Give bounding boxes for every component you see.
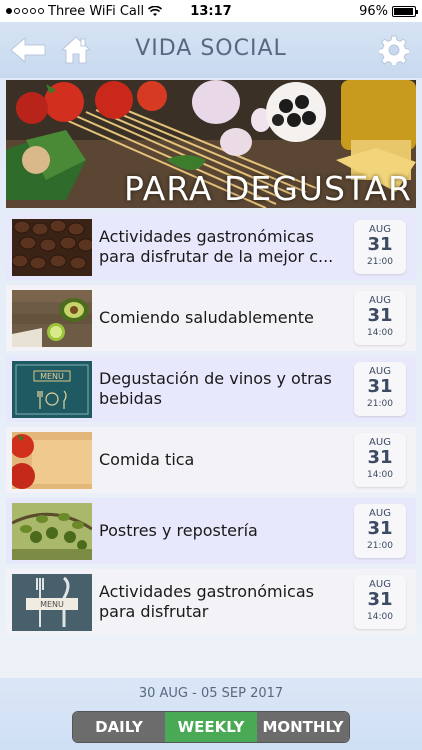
status-bar: Three WiFi Call 13:17 96% — [0, 0, 422, 22]
category-banner: PARA DEGUSTAR — [6, 80, 416, 208]
event-day: 31 — [367, 589, 393, 610]
event-day: 31 — [367, 447, 393, 468]
event-day: 31 — [367, 234, 393, 255]
event-time: 21:00 — [367, 257, 393, 267]
event-thumbnail — [12, 432, 92, 489]
event-row[interactable]: Actividades gastronómicas para disfrutar… — [6, 214, 416, 280]
gear-icon — [379, 35, 409, 65]
event-list: Actividades gastronómicas para disfrutar… — [6, 214, 416, 640]
avocado-lime-image — [12, 290, 92, 347]
tomatoes-image — [12, 432, 92, 489]
event-row[interactable]: MENU Degustación de vinos y otras bebida… — [6, 356, 416, 422]
event-title: Degustación de vinos y otras bebidas — [99, 369, 332, 408]
event-date: AUG 31 21:00 — [354, 362, 406, 416]
battery-percent: 96% — [359, 3, 388, 19]
coffee-beans-image — [12, 219, 92, 276]
battery-info: 96% — [359, 3, 418, 19]
battery-fill — [394, 7, 414, 15]
tab-weekly[interactable]: WEEKLY — [165, 712, 257, 742]
event-day: 31 — [367, 518, 393, 539]
event-date: AUG 31 14:00 — [354, 433, 406, 487]
event-row[interactable]: Comiendo saludablemente AUG 31 14:00 — [6, 285, 416, 351]
event-time: 21:00 — [367, 541, 393, 551]
view-mode-selector: DAILY WEEKLY MONTHLY — [72, 711, 350, 743]
footer: 30 AUG - 05 SEP 2017 DAILY WEEKLY MONTHL… — [0, 678, 422, 750]
event-thumbnail — [12, 503, 92, 560]
page-title: VIDA SOCIAL — [135, 36, 287, 61]
event-row[interactable]: MENU Actividades gastronómicas para disf… — [6, 569, 416, 635]
event-date: AUG 31 14:00 — [354, 575, 406, 629]
menu-board-image: MENU — [12, 361, 92, 418]
event-date: AUG 31 21:00 — [354, 504, 406, 558]
settings-button[interactable] — [374, 32, 414, 68]
tab-daily[interactable]: DAILY — [73, 712, 165, 742]
event-time: 14:00 — [367, 612, 393, 622]
banner-title: PARA DEGUSTAR — [123, 169, 412, 208]
event-title: Actividades gastronómicas para disfrutar… — [99, 227, 334, 266]
event-thumbnail — [12, 219, 92, 276]
event-day: 31 — [367, 376, 393, 397]
event-date: AUG 31 14:00 — [354, 291, 406, 345]
svg-text:MENU: MENU — [40, 372, 64, 381]
event-time: 14:00 — [367, 328, 393, 338]
date-range: 30 AUG - 05 SEP 2017 — [138, 686, 284, 701]
event-title: Postres y repostería — [99, 521, 258, 540]
event-title: Actividades gastronómicas para disfrutar — [99, 582, 314, 621]
event-title: Comida tica — [99, 450, 195, 469]
tab-monthly[interactable]: MONTHLY — [257, 712, 349, 742]
header-bar: VIDA SOCIAL — [0, 22, 422, 78]
olives-image — [12, 503, 92, 560]
event-thumbnail — [12, 290, 92, 347]
event-thumbnail: MENU — [12, 574, 92, 631]
menu-cutlery-image: MENU — [12, 574, 92, 631]
event-time: 21:00 — [367, 399, 393, 409]
battery-icon — [392, 5, 418, 17]
event-row[interactable]: Comida tica AUG 31 14:00 — [6, 427, 416, 493]
event-thumbnail: MENU — [12, 361, 92, 418]
event-day: 31 — [367, 305, 393, 326]
event-row[interactable]: Postres y repostería AUG 31 21:00 — [6, 498, 416, 564]
svg-text:MENU: MENU — [40, 600, 64, 609]
event-time: 14:00 — [367, 470, 393, 480]
event-title: Comiendo saludablemente — [99, 308, 314, 327]
event-date: AUG 31 21:00 — [354, 220, 406, 274]
